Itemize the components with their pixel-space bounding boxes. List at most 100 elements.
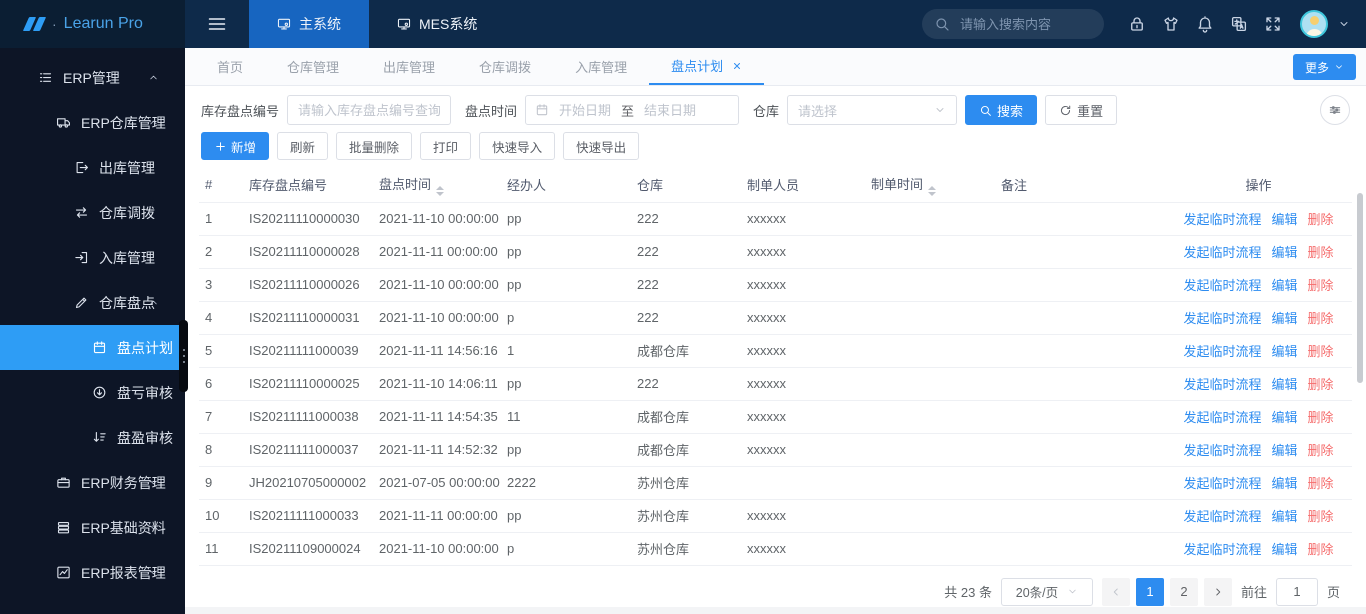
cell-code: IS20211111000039 xyxy=(243,334,373,367)
toolbar-button-3[interactable]: 打印 xyxy=(420,132,471,160)
cell-operator: 1 xyxy=(501,334,631,367)
sidebar-item-gain-audit[interactable]: 盘盈审核 xyxy=(0,415,185,460)
tab-5[interactable]: 盘点计划 xyxy=(649,48,764,85)
start-flow-link[interactable]: 发起临时流程 xyxy=(1183,443,1261,458)
sidebar-item-warehouse-transfer[interactable]: 仓库调拨 xyxy=(0,190,185,235)
end-date-input[interactable] xyxy=(639,103,701,118)
start-flow-link[interactable]: 发起临时流程 xyxy=(1183,344,1261,359)
page-button-1[interactable]: 1 xyxy=(1136,578,1164,606)
column-header-6[interactable]: 制单时间 xyxy=(865,168,995,202)
start-flow-link[interactable]: 发起临时流程 xyxy=(1183,542,1261,557)
cell-code: IS20211110000030 xyxy=(243,202,373,235)
system-tab-1[interactable]: MES系统 xyxy=(369,0,505,48)
start-flow-link[interactable]: 发起临时流程 xyxy=(1183,278,1261,293)
translate-button[interactable] xyxy=(1222,15,1256,33)
toolbar-button-5[interactable]: 快速导出 xyxy=(563,132,639,160)
delete-link[interactable]: 删除 xyxy=(1308,344,1334,359)
sort-caret-icon[interactable] xyxy=(436,186,444,196)
sidebar-item-loss-audit[interactable]: 盘亏审核 xyxy=(0,370,185,415)
edit-link[interactable]: 编辑 xyxy=(1271,410,1297,425)
tab-1[interactable]: 仓库管理 xyxy=(265,48,361,85)
code-filter-input[interactable] xyxy=(287,95,451,125)
shirt-button[interactable] xyxy=(1154,15,1188,33)
global-search-input[interactable] xyxy=(958,16,1092,33)
edit-link[interactable]: 编辑 xyxy=(1271,212,1297,227)
edit-link[interactable]: 编辑 xyxy=(1271,443,1297,458)
delete-link[interactable]: 删除 xyxy=(1308,509,1334,524)
reset-button[interactable]: 重置 xyxy=(1045,95,1117,125)
edit-link[interactable]: 编辑 xyxy=(1271,344,1297,359)
sidebar-resize-handle[interactable] xyxy=(179,320,188,392)
translate-icon xyxy=(1230,15,1248,33)
menu-toggle-button[interactable] xyxy=(185,0,249,48)
cell-time: 2021-11-10 00:00:00 xyxy=(373,202,501,235)
sidebar-item-outbound[interactable]: 出库管理 xyxy=(0,145,185,190)
start-flow-link[interactable]: 发起临时流程 xyxy=(1183,212,1261,227)
avatar[interactable] xyxy=(1300,10,1328,38)
table-scrollbar-thumb[interactable] xyxy=(1357,193,1363,383)
user-menu-chevron-icon[interactable] xyxy=(1338,18,1350,30)
delete-link[interactable]: 删除 xyxy=(1308,278,1334,293)
start-flow-link[interactable]: 发起临时流程 xyxy=(1183,377,1261,392)
more-tabs-button[interactable]: 更多 xyxy=(1293,54,1356,80)
sidebar-item-erp-manage[interactable]: ERP管理 xyxy=(0,55,185,100)
sidebar-item-erp-basedata[interactable]: ERP基础资料 xyxy=(0,505,185,550)
warehouse-select[interactable]: 请选择 xyxy=(787,95,957,125)
column-header-2[interactable]: 盘点时间 xyxy=(373,168,501,202)
search-button[interactable]: 搜索 xyxy=(965,95,1037,125)
sidebar-item-stocktake[interactable]: 仓库盘点 xyxy=(0,280,185,325)
page-size-select[interactable]: 20条/页 xyxy=(1001,578,1093,606)
sidebar-item-erp-warehouse[interactable]: ERP仓库管理 xyxy=(0,100,185,145)
tab-4[interactable]: 入库管理 xyxy=(553,48,649,85)
delete-link[interactable]: 删除 xyxy=(1308,245,1334,260)
next-page-button[interactable] xyxy=(1204,578,1232,606)
edit-link[interactable]: 编辑 xyxy=(1271,245,1297,260)
start-flow-link[interactable]: 发起临时流程 xyxy=(1183,311,1261,326)
edit-link[interactable]: 编辑 xyxy=(1271,509,1297,524)
bell-button[interactable] xyxy=(1188,15,1222,33)
toolbar-button-4[interactable]: 快速导入 xyxy=(479,132,555,160)
cell-maker: xxxxxx xyxy=(741,202,865,235)
edit-link[interactable]: 编辑 xyxy=(1271,476,1297,491)
sidebar-item-erp-report[interactable]: ERP报表管理 xyxy=(0,550,185,595)
sort-caret-icon[interactable] xyxy=(928,186,936,196)
table-row: 8IS202111110000372021-11-11 14:52:32pp成都… xyxy=(199,433,1352,466)
start-flow-link[interactable]: 发起临时流程 xyxy=(1183,476,1261,491)
global-search[interactable] xyxy=(922,9,1104,39)
delete-link[interactable]: 删除 xyxy=(1308,542,1334,557)
column-settings-button[interactable] xyxy=(1320,95,1350,125)
tab-3[interactable]: 仓库调拨 xyxy=(457,48,553,85)
horizontal-scrollbar[interactable] xyxy=(185,607,1366,614)
prev-page-button[interactable] xyxy=(1102,578,1130,606)
page-button-2[interactable]: 2 xyxy=(1170,578,1198,606)
edit-link[interactable]: 编辑 xyxy=(1271,542,1297,557)
system-tab-0[interactable]: 主系统 xyxy=(249,0,369,48)
fullscreen-button[interactable] xyxy=(1256,15,1290,33)
tab-2[interactable]: 出库管理 xyxy=(361,48,457,85)
goto-page-input[interactable] xyxy=(1276,578,1318,606)
sidebar-item-erp-finance[interactable]: ERP财务管理 xyxy=(0,460,185,505)
delete-link[interactable]: 删除 xyxy=(1308,476,1334,491)
edit-link[interactable]: 编辑 xyxy=(1271,278,1297,293)
toolbar-button-2[interactable]: 批量删除 xyxy=(336,132,412,160)
delete-link[interactable]: 删除 xyxy=(1308,212,1334,227)
start-flow-link[interactable]: 发起临时流程 xyxy=(1183,245,1261,260)
date-range-picker[interactable]: 至 xyxy=(525,95,739,125)
edit-link[interactable]: 编辑 xyxy=(1271,377,1297,392)
start-flow-link[interactable]: 发起临时流程 xyxy=(1183,509,1261,524)
sidebar-item-inbound[interactable]: 入库管理 xyxy=(0,235,185,280)
sidebar-item-stocktake-plan[interactable]: 盘点计划 xyxy=(0,325,185,370)
toolbar-button-1[interactable]: 刷新 xyxy=(277,132,328,160)
toolbar-button-0[interactable]: 新增 xyxy=(201,132,269,160)
delete-link[interactable]: 删除 xyxy=(1308,311,1334,326)
delete-link[interactable]: 删除 xyxy=(1308,443,1334,458)
tab-0[interactable]: 首页 xyxy=(195,48,265,85)
lock-button[interactable] xyxy=(1120,15,1154,33)
delete-link[interactable]: 删除 xyxy=(1308,377,1334,392)
edit-link[interactable]: 编辑 xyxy=(1271,311,1297,326)
delete-link[interactable]: 删除 xyxy=(1308,410,1334,425)
close-tab-icon[interactable] xyxy=(732,61,742,71)
start-date-input[interactable] xyxy=(554,103,616,118)
start-flow-link[interactable]: 发起临时流程 xyxy=(1183,410,1261,425)
cell-operator: pp xyxy=(501,367,631,400)
